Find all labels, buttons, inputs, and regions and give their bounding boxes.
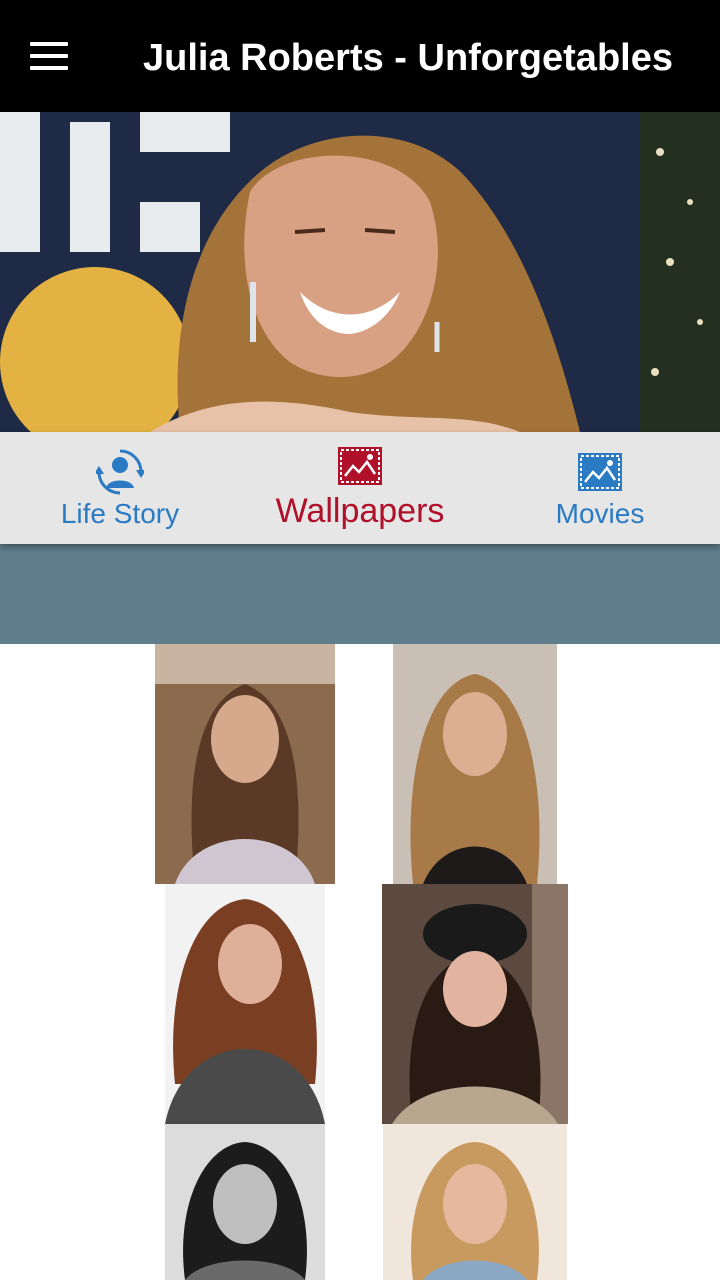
hero-image (0, 112, 720, 432)
app-title: Julia Roberts - Unforgetables (143, 37, 673, 79)
user-sync-icon (96, 449, 144, 495)
wallpaper-image (382, 884, 568, 1124)
tab-wallpapers[interactable]: Wallpapers (240, 432, 480, 544)
tab-label-movies: Movies (555, 498, 645, 529)
wallpaper-thumbnail[interactable] (383, 1124, 567, 1280)
tab-bar: Life Story Wallpapers Movies (0, 432, 720, 544)
wallpaper-thumbnail[interactable] (393, 644, 557, 884)
tab-label-life-story: Life Story (60, 498, 180, 529)
wallpaper-image (165, 884, 325, 1124)
wallpaper-image (155, 644, 335, 884)
image-icon (578, 453, 622, 491)
tab-label-wallpapers: Wallpapers (275, 492, 445, 530)
wallpaper-image (165, 1124, 325, 1280)
wallpaper-thumbnail[interactable] (155, 644, 335, 884)
image-icon (338, 447, 382, 485)
tab-movies[interactable]: Movies (480, 432, 720, 544)
wallpaper-thumbnail[interactable] (165, 884, 325, 1124)
wallpaper-image (383, 1124, 567, 1280)
wallpaper-thumbnail[interactable] (165, 1124, 325, 1280)
wallpaper-gallery (0, 644, 720, 1280)
menu-button[interactable] (22, 34, 74, 78)
app-bar: Julia Roberts - Unforgetables (0, 0, 720, 112)
wallpaper-image (393, 644, 557, 884)
hero-portrait-illustration (0, 112, 720, 432)
banner-area (0, 544, 720, 644)
wallpaper-thumbnail[interactable] (382, 884, 568, 1124)
tab-life-story[interactable]: Life Story (0, 432, 240, 544)
